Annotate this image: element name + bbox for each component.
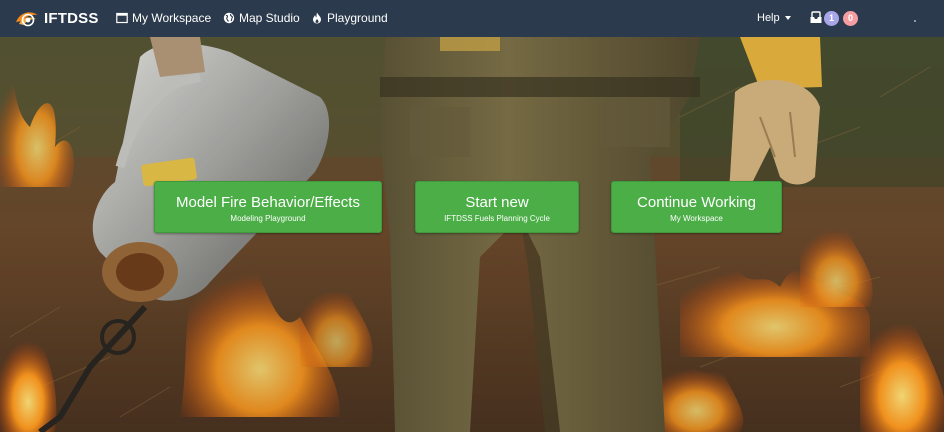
inbox-icon[interactable]	[810, 11, 822, 25]
nav-map-studio-label: Map Studio	[239, 11, 300, 25]
chevron-down-icon	[784, 16, 791, 20]
model-fire-behavior-button[interactable]: Model Fire Behavior/Effects Modeling Pla…	[154, 181, 382, 233]
nav-playground-label: Playground	[327, 11, 388, 25]
continue-working-title: Continue Working	[637, 194, 756, 211]
notification-count-badge[interactable]: 1	[824, 11, 839, 26]
nav-my-workspace[interactable]: My Workspace	[116, 11, 211, 25]
model-fire-behavior-title: Model Fire Behavior/Effects	[176, 194, 360, 211]
help-label: Help	[757, 12, 780, 24]
flame-logo-icon	[16, 12, 38, 27]
hero-background-photo	[0, 37, 944, 432]
window-icon	[116, 12, 128, 24]
fire-icon	[313, 12, 321, 24]
navbar-divider-dot	[914, 20, 916, 22]
alert-count-badge[interactable]: 0	[843, 11, 858, 26]
nav-map-studio[interactable]: Map Studio	[223, 11, 300, 25]
continue-working-subtitle: My Workspace	[670, 214, 723, 223]
model-fire-behavior-subtitle: Modeling Playground	[230, 214, 306, 223]
start-new-subtitle: IFTDSS Fuels Planning Cycle	[444, 214, 550, 223]
brand-name: IFTDSS	[44, 9, 99, 27]
globe-icon	[223, 12, 235, 24]
start-new-button[interactable]: Start new IFTDSS Fuels Planning Cycle	[415, 181, 579, 233]
continue-working-button[interactable]: Continue Working My Workspace	[611, 181, 782, 233]
help-dropdown[interactable]: Help	[757, 12, 791, 24]
nav-my-workspace-label: My Workspace	[132, 11, 212, 25]
brand-logo-link[interactable]: IFTDSS	[14, 8, 99, 28]
nav-playground[interactable]: Playground	[311, 11, 388, 25]
top-navbar: IFTDSS My Workspace Map Studio Playgroun…	[0, 0, 944, 37]
start-new-title: Start new	[465, 194, 529, 211]
hero-banner: Model Fire Behavior/Effects Modeling Pla…	[0, 37, 944, 432]
